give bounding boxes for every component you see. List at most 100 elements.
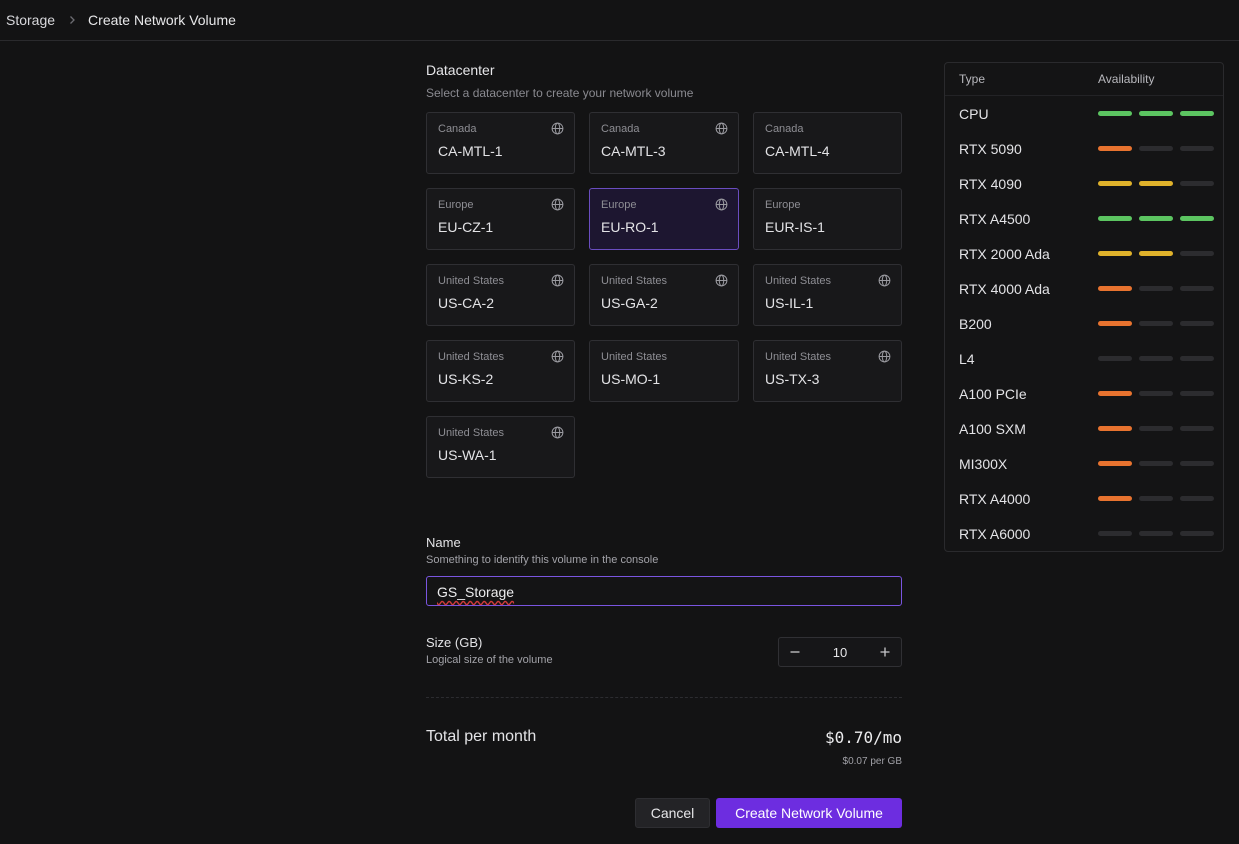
availability-bar-segment xyxy=(1180,356,1214,361)
datacenter-region: United States xyxy=(601,275,668,287)
size-value[interactable]: 10 xyxy=(833,645,847,660)
gpu-type-label: L4 xyxy=(959,350,975,367)
datacenter-subtitle: Select a datacenter to create your netwo… xyxy=(426,86,694,100)
total-value: $0.70/mo xyxy=(824,728,902,747)
create-network-volume-button[interactable]: Create Network Volume xyxy=(716,798,902,828)
availability-bar-segment xyxy=(1180,146,1214,151)
availability-row: RTX 5090 xyxy=(945,131,1223,166)
availability-header: Type Availability xyxy=(945,63,1223,96)
datacenter-card[interactable]: United States US-IL-1 xyxy=(753,264,902,326)
total-label: Total per month xyxy=(426,728,537,745)
datacenter-region: United States xyxy=(438,275,505,287)
availability-bar-segment xyxy=(1139,111,1173,116)
datacenter-card[interactable]: Canada CA-MTL-3 xyxy=(589,112,739,174)
datacenter-region: United States xyxy=(438,351,505,363)
datacenter-section: Datacenter Select a datacenter to create… xyxy=(426,62,902,478)
datacenter-region: Canada xyxy=(438,123,477,135)
datacenter-code: CA-MTL-1 xyxy=(438,143,503,159)
datacenter-code: US-MO-1 xyxy=(601,371,661,387)
column-header-availability: Availability xyxy=(1098,72,1155,86)
datacenter-code: CA-MTL-3 xyxy=(601,143,666,159)
availability-bar-segment xyxy=(1139,356,1173,361)
availability-bars xyxy=(1098,356,1214,361)
availability-bar-segment xyxy=(1098,251,1132,256)
availability-bar-segment xyxy=(1180,531,1214,536)
datacenter-region: United States xyxy=(438,427,505,439)
column-header-type: Type xyxy=(959,72,986,86)
availability-bar-segment xyxy=(1139,146,1173,151)
availability-row: L4 xyxy=(945,341,1223,376)
datacenter-card[interactable]: United States US-CA-2 xyxy=(426,264,575,326)
datacenter-code: US-TX-3 xyxy=(765,371,820,387)
availability-panel: Type Availability CPU RTX 5090 RTX 4090 RTX… xyxy=(944,62,1224,552)
availability-bar-segment xyxy=(1098,111,1132,116)
globe-icon xyxy=(551,198,564,211)
availability-bar-segment xyxy=(1139,286,1173,291)
availability-bar-segment xyxy=(1139,251,1173,256)
breadcrumb-storage-link[interactable]: Storage xyxy=(6,12,55,28)
section-divider xyxy=(426,697,902,698)
size-stepper[interactable]: 10 xyxy=(778,637,902,667)
datacenter-card[interactable]: Canada CA-MTL-1 xyxy=(426,112,575,174)
availability-bar-segment xyxy=(1180,251,1214,256)
name-hint: Something to identify this volume in the… xyxy=(426,554,659,566)
gpu-type-label: MI300X xyxy=(959,455,1008,472)
datacenter-code: EU-RO-1 xyxy=(601,219,659,235)
availability-bar-segment xyxy=(1139,216,1173,221)
availability-bars xyxy=(1098,496,1214,501)
datacenter-card[interactable]: Europe EU-CZ-1 xyxy=(426,188,575,250)
availability-bar-segment xyxy=(1180,286,1214,291)
availability-row: A100 PCIe xyxy=(945,376,1223,411)
globe-icon xyxy=(715,274,728,287)
availability-row: RTX A4500 xyxy=(945,201,1223,236)
cancel-button[interactable]: Cancel xyxy=(635,798,710,828)
globe-icon xyxy=(551,122,564,135)
datacenter-card[interactable]: Europe EUR-IS-1 xyxy=(753,188,902,250)
price-per-gb: $0.07 per GB xyxy=(842,756,902,767)
datacenter-code: US-KS-2 xyxy=(438,371,494,387)
globe-icon xyxy=(551,426,564,439)
availability-bar-segment xyxy=(1180,216,1214,221)
datacenter-card[interactable]: United States US-TX-3 xyxy=(753,340,902,402)
name-input[interactable]: GS_Storage xyxy=(426,576,902,606)
datacenter-card[interactable]: United States US-WA-1 xyxy=(426,416,575,478)
plus-icon[interactable] xyxy=(877,644,893,660)
datacenter-card[interactable]: Canada CA-MTL-4 xyxy=(753,112,902,174)
availability-bars xyxy=(1098,426,1214,431)
availability-bar-segment xyxy=(1098,181,1132,186)
datacenter-region: Canada xyxy=(765,123,804,135)
datacenter-card[interactable]: Europe EU-RO-1 xyxy=(589,188,739,250)
gpu-type-label: RTX A4000 xyxy=(959,490,1031,507)
availability-row: RTX 4000 Ada xyxy=(945,271,1223,306)
breadcrumb-current: Create Network Volume xyxy=(88,12,236,28)
availability-bar-segment xyxy=(1098,321,1132,326)
gpu-type-label: RTX A6000 xyxy=(959,525,1031,542)
datacenter-region: Europe xyxy=(438,199,474,211)
datacenter-card[interactable]: United States US-GA-2 xyxy=(589,264,739,326)
datacenter-region: United States xyxy=(601,351,668,363)
availability-bars xyxy=(1098,531,1214,536)
availability-row: A100 SXM xyxy=(945,411,1223,446)
gpu-type-label: RTX 5090 xyxy=(959,140,1022,157)
globe-icon xyxy=(551,274,564,287)
availability-bar-segment xyxy=(1098,286,1132,291)
datacenter-code: US-CA-2 xyxy=(438,295,495,311)
breadcrumb: Storage Create Network Volume xyxy=(0,0,1239,41)
availability-bar-segment xyxy=(1139,531,1173,536)
gpu-type-label: RTX A4500 xyxy=(959,210,1031,227)
datacenter-region: Europe xyxy=(601,199,637,211)
gpu-type-label: CPU xyxy=(959,105,989,122)
availability-bar-segment xyxy=(1180,461,1214,466)
datacenter-code: CA-MTL-4 xyxy=(765,143,830,159)
size-hint: Logical size of the volume xyxy=(426,654,553,666)
minus-icon[interactable] xyxy=(787,644,803,660)
datacenter-code: US-GA-2 xyxy=(601,295,658,311)
availability-bar-segment xyxy=(1098,356,1132,361)
availability-bar-segment xyxy=(1180,391,1214,396)
availability-bar-segment xyxy=(1139,461,1173,466)
availability-bars xyxy=(1098,391,1214,396)
datacenter-region: United States xyxy=(765,351,832,363)
datacenter-card[interactable]: United States US-MO-1 xyxy=(589,340,739,402)
datacenter-card[interactable]: United States US-KS-2 xyxy=(426,340,575,402)
datacenter-code: EUR-IS-1 xyxy=(765,219,825,235)
